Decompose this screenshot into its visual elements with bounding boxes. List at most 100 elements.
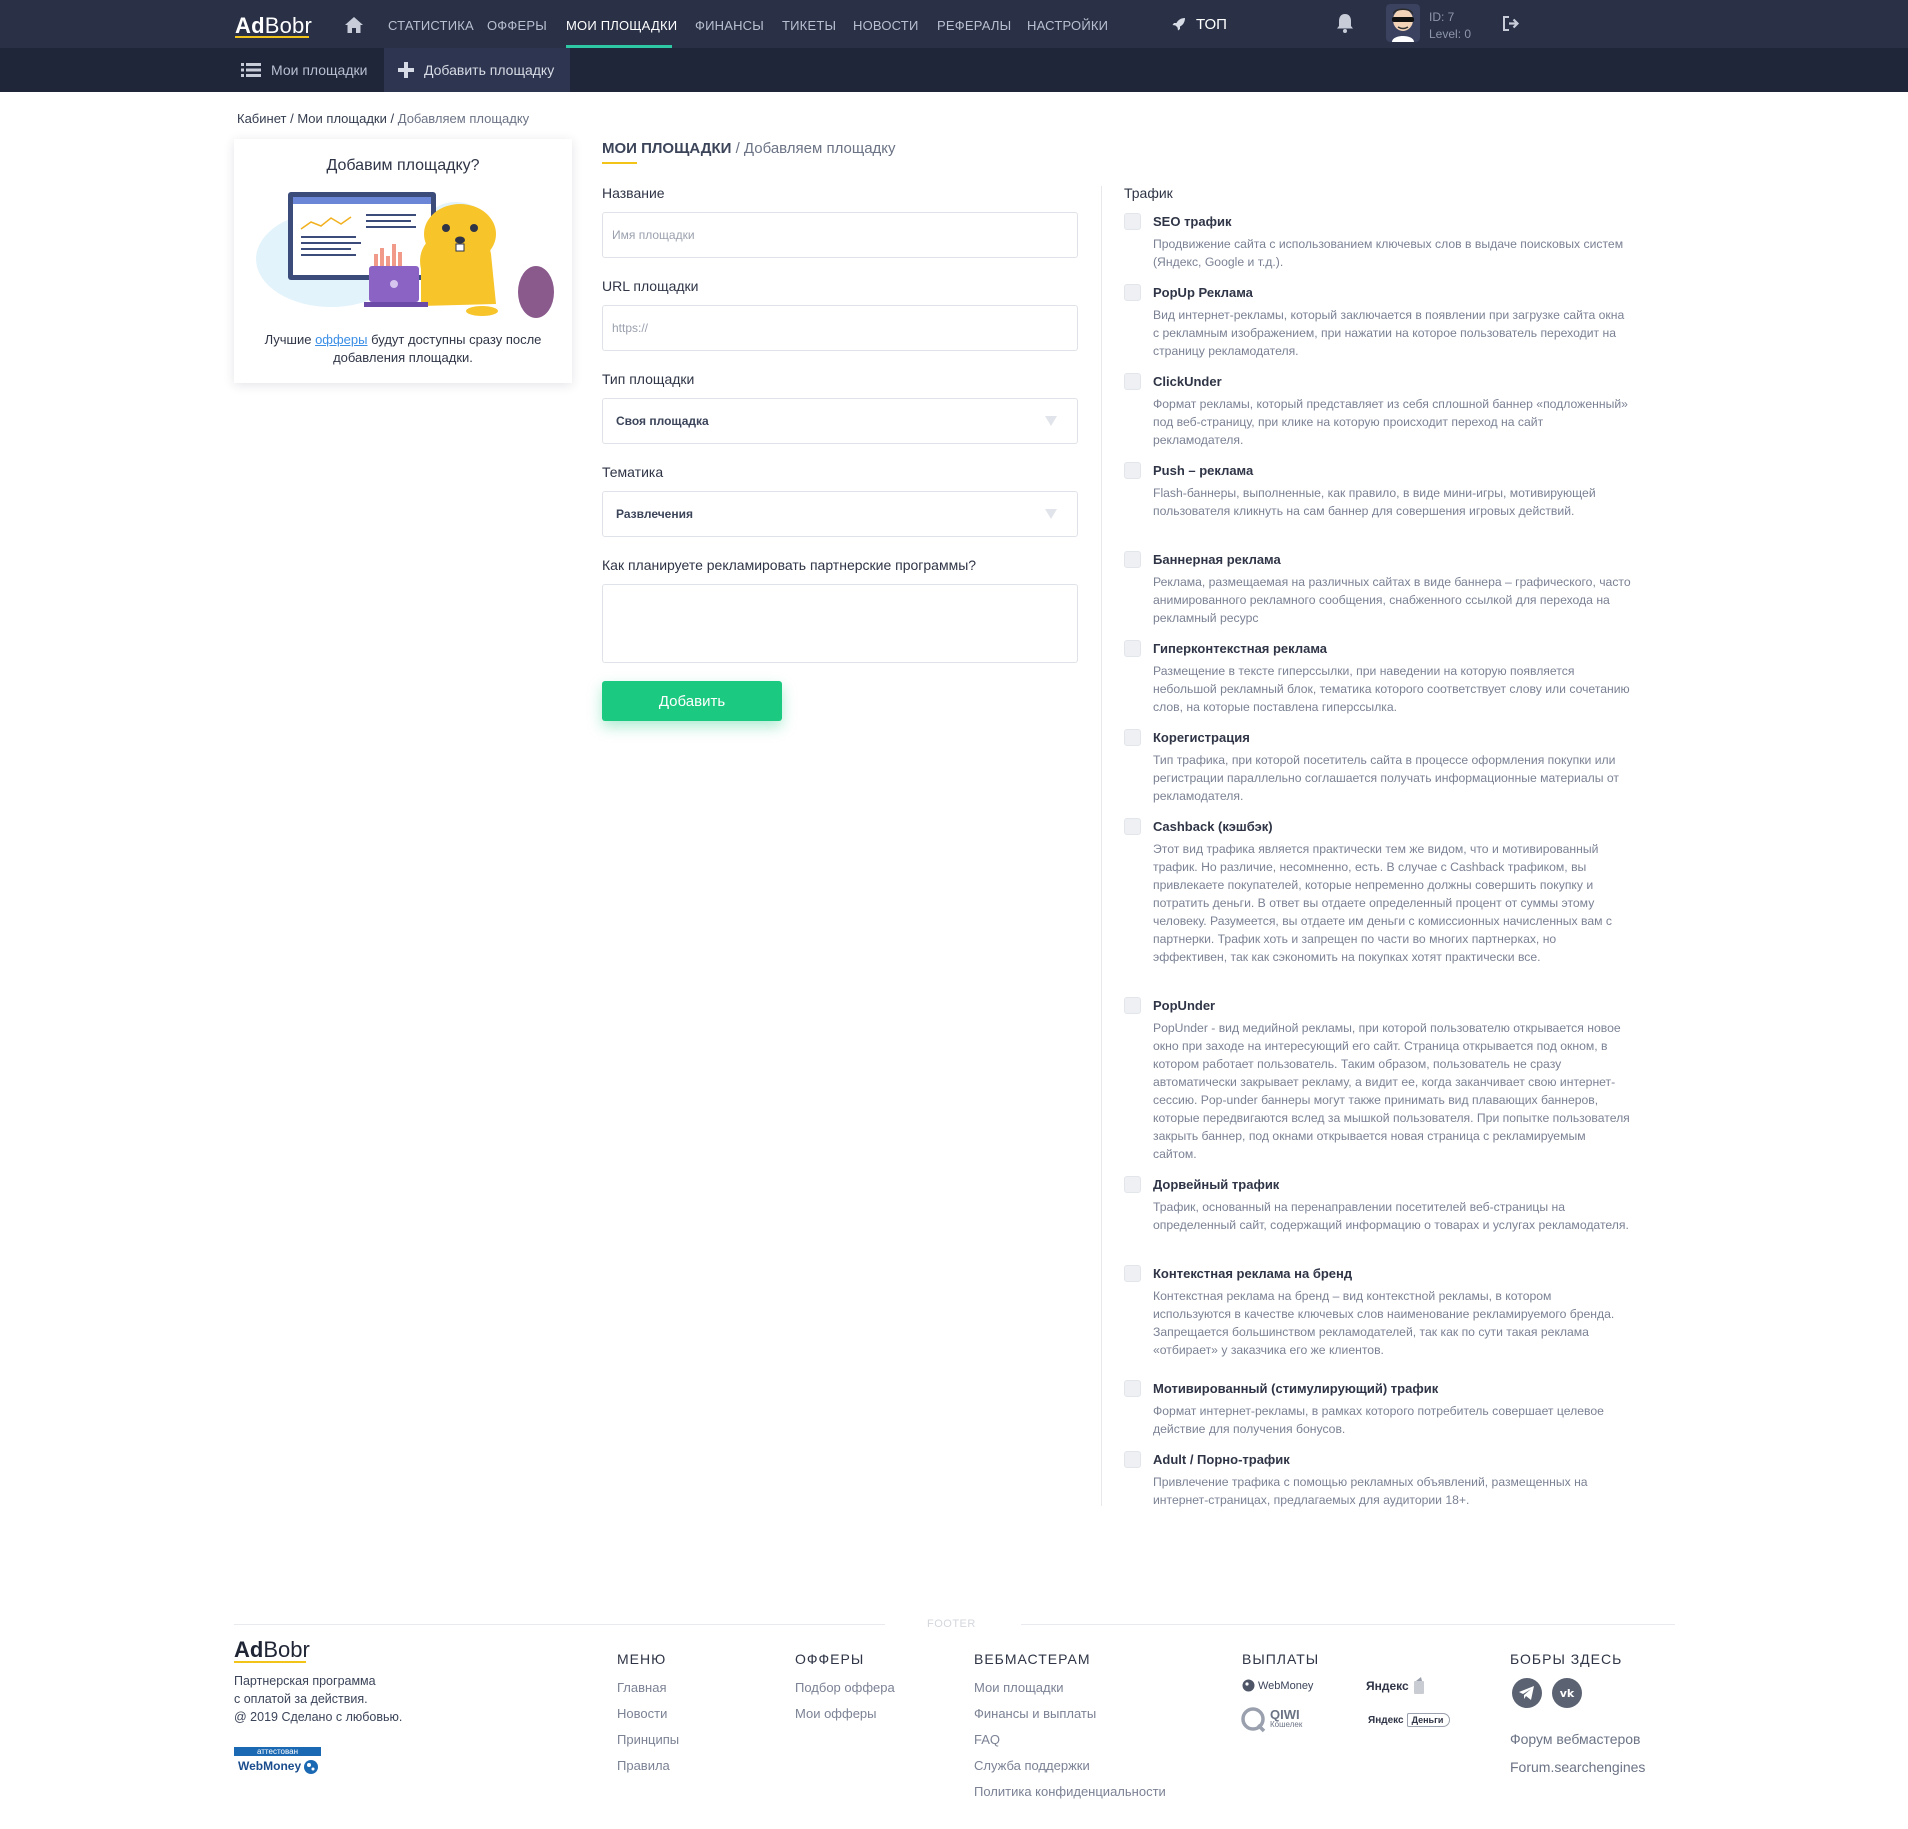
traffic-name[interactable]: Adult / Порно-трафик — [1153, 1452, 1290, 1467]
traffic-name[interactable]: Push – реклама — [1153, 463, 1253, 478]
promo-title: Добавим площадку? — [326, 157, 480, 174]
footer-webmasters-title: ВЕБМАСТЕРАМ — [974, 1651, 1091, 1667]
user-id: ID: 7 — [1429, 10, 1455, 24]
topic-select[interactable]: Развлечения — [602, 491, 1078, 537]
breadcrumb: Кабинет / Мои площадки / Добавляем площа… — [237, 111, 529, 126]
traffic-name[interactable]: Cashback (кэшбэк) — [1153, 819, 1273, 834]
traffic-name[interactable]: SEO трафик — [1153, 214, 1231, 229]
nav-referrals[interactable]: РЕФЕРАЛЫ — [937, 18, 1011, 33]
traffic-name[interactable]: ClickUnder — [1153, 374, 1222, 389]
nav-news[interactable]: НОВОСТИ — [853, 18, 919, 33]
plan-textarea[interactable] — [602, 584, 1078, 663]
webmoney-globe-icon — [1242, 1679, 1255, 1692]
footer-link-privacy[interactable]: Политика конфиденциальности — [974, 1784, 1166, 1799]
nav-offers[interactable]: ОФФЕРЫ — [487, 18, 547, 33]
traffic-desc: Реклама, размещаемая на различных сайтах… — [1153, 575, 1631, 625]
breadcrumb-current: Добавляем площадку — [397, 111, 530, 126]
traffic-checkbox[interactable] — [1124, 551, 1141, 568]
yandex-money-logo: Яндекс Деньги — [1368, 1713, 1451, 1727]
type-label: Тип площадки — [602, 371, 695, 387]
traffic-name[interactable]: Баннерная реклама — [1153, 552, 1281, 567]
footer-link-searchengines[interactable]: Forum.searchengines — [1510, 1759, 1645, 1775]
logo-underline — [235, 36, 309, 38]
site-type-select[interactable]: Своя площадка — [602, 398, 1078, 444]
footer-link-faq[interactable]: FAQ — [974, 1732, 1000, 1747]
traffic-checkbox[interactable] — [1124, 1265, 1141, 1282]
tab-my-sites-label: Мои площадки — [271, 62, 368, 78]
footer-link-my-sites[interactable]: Мои площадки — [974, 1680, 1064, 1695]
footer-logo-underline — [234, 1661, 306, 1663]
traffic-checkbox[interactable] — [1124, 373, 1141, 390]
nav-my-sites[interactable]: МОИ ПЛОЩАДКИ — [566, 18, 677, 33]
bell-icon[interactable] — [1334, 12, 1356, 34]
footer-link-offer-select[interactable]: Подбор оффера — [795, 1680, 895, 1695]
home-icon[interactable] — [344, 16, 364, 34]
tab-my-sites[interactable]: Мои площадки — [227, 48, 381, 92]
traffic-name[interactable]: Дорвейный трафик — [1153, 1177, 1279, 1192]
footer-link-main[interactable]: Главная — [617, 1680, 666, 1695]
telegram-icon[interactable] — [1512, 1678, 1542, 1708]
traffic-name[interactable]: PopUp Реклама — [1153, 285, 1253, 300]
beaver-illustration-icon — [256, 192, 554, 318]
traffic-checkbox[interactable] — [1124, 640, 1141, 657]
page-title-sub: / Добавляем площадку — [735, 140, 896, 157]
traffic-title: Трафик — [1124, 185, 1173, 201]
topic-value: Развлечения — [616, 507, 693, 521]
traffic-desc: Формат интернет-рекламы, в рамках которо… — [1153, 1404, 1604, 1436]
breadcrumb-home[interactable]: Кабинет — [237, 111, 286, 126]
traffic-checkbox[interactable] — [1124, 1176, 1141, 1193]
traffic-checkbox[interactable] — [1124, 1380, 1141, 1397]
avatar[interactable] — [1386, 4, 1420, 42]
traffic-checkbox[interactable] — [1124, 462, 1141, 479]
footer-link-forum[interactable]: Форум вебмастеров — [1510, 1731, 1641, 1747]
footer-link-support[interactable]: Служба поддержки — [974, 1758, 1090, 1773]
footer-payouts-title: ВЫПЛАТЫ — [1242, 1651, 1320, 1667]
footer-divider — [1021, 1624, 1675, 1625]
logout-icon[interactable] — [1503, 16, 1520, 31]
plus-icon — [398, 62, 414, 78]
topic-label: Тематика — [602, 464, 664, 480]
add-button[interactable]: Добавить — [602, 681, 782, 721]
traffic-checkbox[interactable] — [1124, 1451, 1141, 1468]
footer-link-principles[interactable]: Принципы — [617, 1732, 679, 1747]
footer-link-rules[interactable]: Правила — [617, 1758, 670, 1773]
offers-link[interactable]: офферы — [315, 332, 367, 347]
footer-link-news[interactable]: Новости — [617, 1706, 667, 1721]
footer-link-my-offers[interactable]: Мои офферы — [795, 1706, 877, 1721]
traffic-name[interactable]: Гиперконтекстная реклама — [1153, 641, 1327, 656]
traffic-checkbox[interactable] — [1124, 997, 1141, 1014]
site-type-value: Своя площадка — [616, 414, 709, 428]
nav-tickets[interactable]: ТИКЕТЫ — [782, 18, 836, 33]
traffic-checkbox[interactable] — [1124, 729, 1141, 746]
traffic-checkbox[interactable] — [1124, 213, 1141, 230]
site-url-input[interactable] — [602, 305, 1078, 351]
traffic-name[interactable]: PopUnder — [1153, 998, 1215, 1013]
traffic-desc: Вид интернет-рекламы, который заключаетс… — [1153, 308, 1625, 358]
footer-logo[interactable]: AdBobr — [234, 1637, 310, 1663]
wm-attest-label: аттестован — [234, 1747, 321, 1756]
footer-beavers-title: БОБРЫ ЗДЕСЬ — [1510, 1651, 1623, 1667]
traffic-name[interactable]: Мотивированный (стимулирующий) трафик — [1153, 1381, 1438, 1396]
promo-card: Добавим площадку? Лучшие офферы будут до… — [234, 139, 572, 383]
top-button[interactable]: ТОП — [1196, 16, 1227, 33]
site-name-input[interactable] — [602, 212, 1078, 258]
vk-icon[interactable]: vk — [1552, 1678, 1582, 1708]
traffic-name[interactable]: Контекстная реклама на бренд — [1153, 1266, 1352, 1281]
breadcrumb-my-sites[interactable]: Мои площадки — [297, 111, 387, 126]
traffic-checkbox[interactable] — [1124, 284, 1141, 301]
yandex-logo: Яндекс — [1366, 1677, 1425, 1695]
qiwi-circle-icon — [1241, 1707, 1266, 1733]
webmoney-attested-badge[interactable]: аттестован WebMoney — [234, 1747, 321, 1777]
user-level: Level: 0 — [1429, 27, 1472, 41]
traffic-checkbox[interactable] — [1124, 818, 1141, 835]
webmoney-globe-icon — [304, 1760, 318, 1774]
nav-statistics[interactable]: СТАТИСТИКА — [388, 18, 474, 33]
tab-add-site[interactable]: Добавить площадку — [384, 48, 571, 92]
nav-finance[interactable]: ФИНАНСЫ — [695, 18, 764, 33]
page-title-main: МОИ ПЛОЩАДКИ — [602, 140, 732, 157]
nav-settings[interactable]: НАСТРОЙКИ — [1027, 18, 1108, 33]
footer-link-finance[interactable]: Финансы и выплаты — [974, 1706, 1096, 1721]
traffic-name[interactable]: Корегистрация — [1153, 730, 1250, 745]
qiwi-logo: QIWI Кошелек — [1241, 1707, 1302, 1733]
breadcrumb-separator: / — [290, 111, 294, 126]
